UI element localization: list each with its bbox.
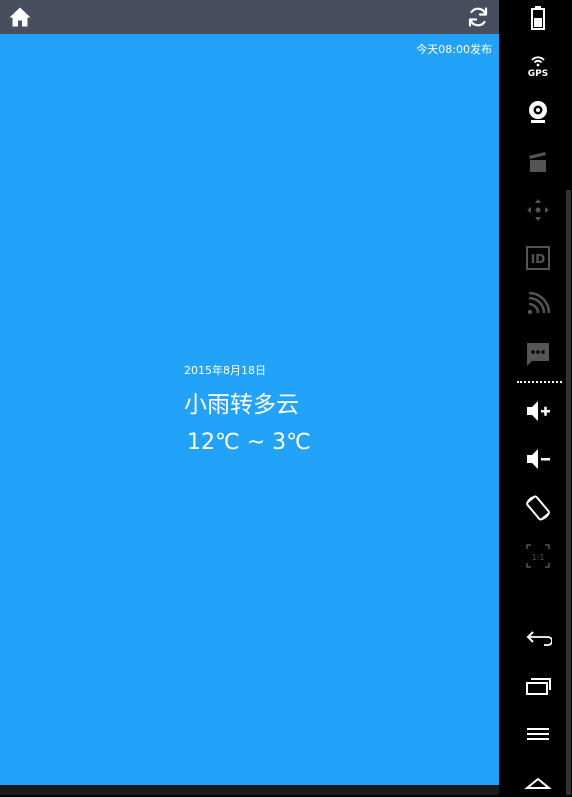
refresh-button[interactable] <box>466 5 490 29</box>
dpad-icon <box>527 199 549 221</box>
webcam-button[interactable] <box>523 97 553 127</box>
volume-down-button[interactable] <box>523 444 553 474</box>
menu-icon <box>527 728 549 740</box>
sidebar-divider <box>517 381 562 383</box>
bottom-strip <box>0 785 499 795</box>
home-icon <box>9 7 31 27</box>
temperature-range: 12℃ ~ 3℃ <box>187 430 311 455</box>
weather-description: 小雨转多云 <box>184 392 299 418</box>
home-button[interactable] <box>8 5 32 29</box>
recent-apps-button[interactable] <box>523 670 553 700</box>
scale-label: 1:1 <box>532 553 545 562</box>
dpad-button[interactable] <box>523 195 553 225</box>
rotate-icon <box>526 495 550 521</box>
battery-icon <box>531 6 545 30</box>
scale-button[interactable]: 1:1 <box>523 541 553 571</box>
gps-label: GPS <box>528 69 548 79</box>
rotate-button[interactable] <box>523 493 553 523</box>
scale-icon: 1:1 <box>526 544 550 568</box>
clapperboard-icon <box>529 152 546 172</box>
gps-button[interactable]: GPS <box>523 51 553 81</box>
gps-icon: GPS <box>528 56 548 79</box>
sms-button[interactable] <box>523 339 553 369</box>
volume-up-button[interactable] <box>523 396 553 426</box>
device-id-button[interactable]: ID <box>523 243 553 273</box>
weather-date: 2015年8月18日 <box>184 364 266 377</box>
id-icon: ID <box>526 246 550 270</box>
cast-icon <box>527 292 550 315</box>
home-nav-button[interactable] <box>523 767 553 797</box>
cast-button[interactable] <box>523 289 553 319</box>
menu-button[interactable] <box>523 719 553 749</box>
refresh-icon <box>468 7 488 27</box>
volume-up-icon <box>527 401 550 421</box>
weather-info: 2015年8月18日 小雨转多云 12℃ ~ 3℃ <box>184 364 311 457</box>
sidebar-scrollbar[interactable] <box>566 190 571 795</box>
home-nav-icon <box>524 777 552 789</box>
id-label: ID <box>531 252 545 266</box>
volume-down-icon <box>527 449 550 469</box>
publish-time: 今天08:00发布 <box>416 43 492 56</box>
webcam-icon <box>529 101 547 123</box>
media-button[interactable] <box>523 147 553 177</box>
back-button[interactable] <box>523 622 553 652</box>
emulator-sidebar: GPS ID 1:1 <box>499 0 572 795</box>
back-icon <box>526 631 552 646</box>
title-bar <box>0 0 499 34</box>
battery-button[interactable] <box>523 3 553 33</box>
sms-icon <box>527 343 549 366</box>
recent-apps-icon <box>526 678 551 695</box>
weather-app: 今天08:00发布 2015年8月18日 小雨转多云 12℃ ~ 3℃ <box>0 0 499 785</box>
